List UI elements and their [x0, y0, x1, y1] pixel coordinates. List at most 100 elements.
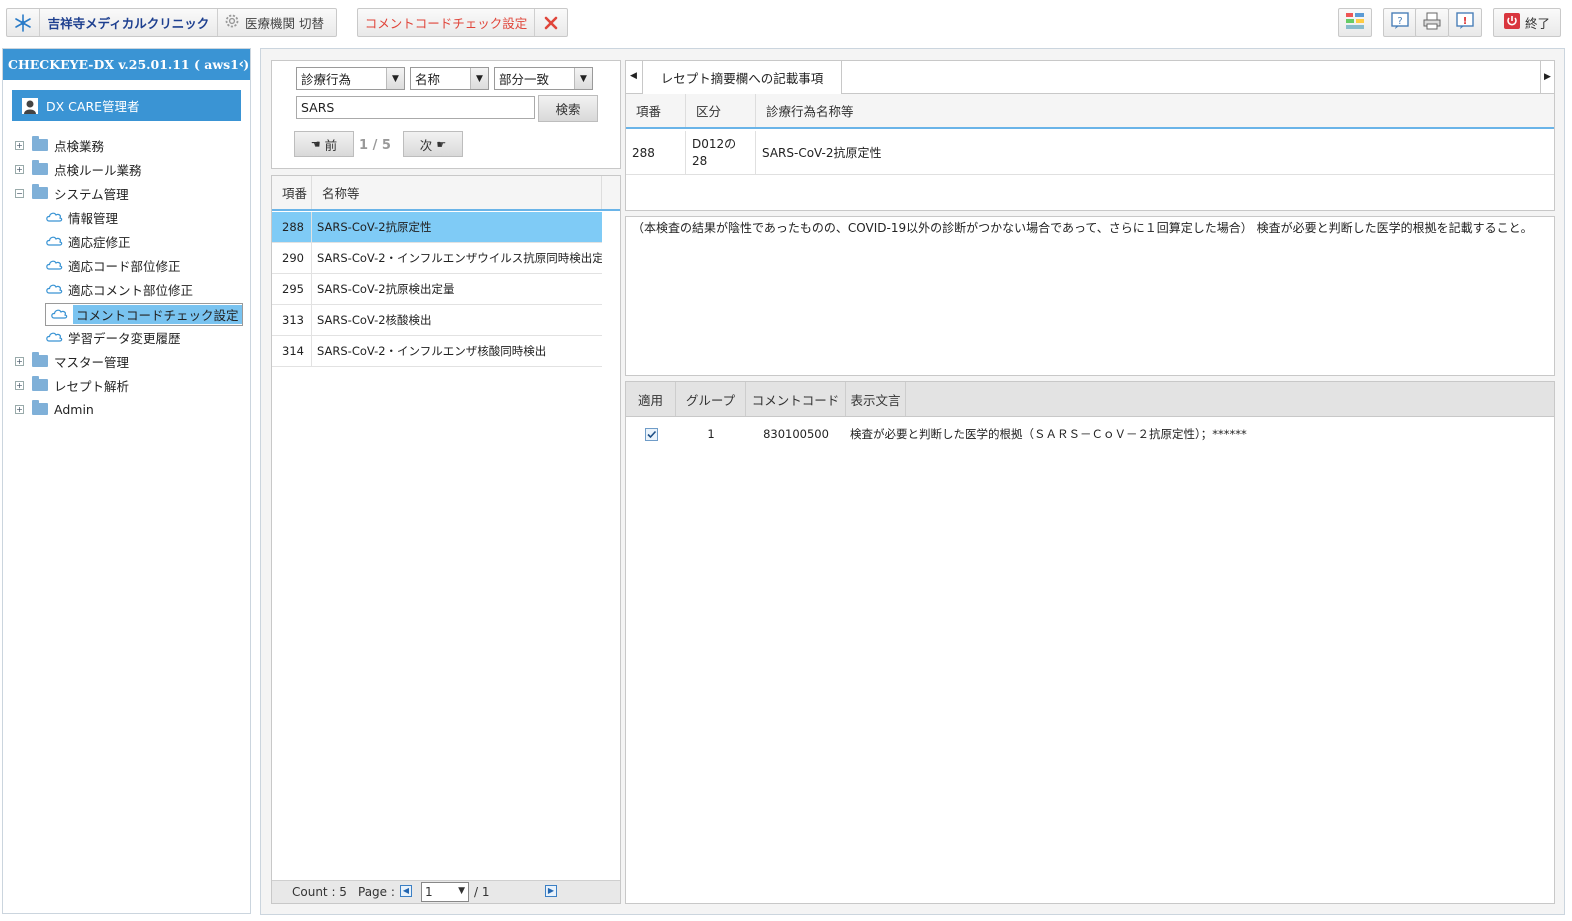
cloud-icon	[45, 234, 63, 249]
alert-button[interactable]: !	[1448, 8, 1482, 37]
current-function-tab[interactable]: コメントコードチェック設定	[357, 8, 568, 37]
collapse-icon[interactable]: −	[15, 188, 24, 198]
description-text: （本検査の結果が陰性であったものの、COVID-19以外の診断がつかない場合であ…	[625, 216, 1555, 376]
folder-icon	[32, 136, 48, 151]
app-title: CHECKEYE-DX v.25.01.11 ( aws1 )	[8, 57, 250, 72]
header-spacer	[906, 382, 1554, 416]
category-value: 診療行為	[301, 72, 352, 87]
prev-page-icon[interactable]: ◀	[400, 885, 412, 897]
col-apply-header[interactable]: 適用	[626, 382, 676, 416]
app-title-bar: CHECKEYE-DX v.25.01.11 ( aws1 ) ‹	[3, 49, 250, 80]
comment-row[interactable]: 1 830100500 検査が必要と判断した医学的根拠（ＳＡＲＳ－ＣｏＶ－２抗原…	[626, 418, 1554, 450]
sidebar-item-label: コメントコードチェック設定	[73, 305, 242, 324]
exit-button[interactable]: 終了	[1493, 8, 1561, 37]
list-row[interactable]: 314 SARS-CoV-2・インフルエンザ核酸同時検出	[272, 336, 602, 367]
sidebar-item[interactable]: + 点検業務	[15, 135, 104, 155]
sidebar-item-label: 適応コメント部位修正	[68, 282, 194, 298]
sidebar-item[interactable]: − システム管理	[15, 183, 129, 203]
sidebar-item[interactable]: コメントコードチェック設定	[45, 303, 243, 326]
tab-receipt-notes[interactable]: レセプト摘要欄への記載事項	[642, 61, 842, 94]
switch-institution-button[interactable]: 医療機関 切替	[218, 9, 336, 36]
chevron-down-icon: ▼	[386, 68, 404, 89]
cloud-icon	[45, 210, 63, 225]
expand-icon[interactable]: +	[15, 404, 24, 414]
list-row-no: 290	[272, 243, 312, 273]
next-button[interactable]: 次 ☛	[403, 131, 463, 157]
col-code-header[interactable]: コメントコード	[746, 382, 846, 416]
clinic-button[interactable]: 吉祥寺メディカルクリニック 医療機関 切替	[6, 8, 337, 37]
list-row[interactable]: 313 SARS-CoV-2核酸検出	[272, 305, 602, 336]
kubun-line1: D012の	[692, 136, 737, 151]
search-input[interactable]: SARS	[296, 96, 535, 119]
expand-icon[interactable]: +	[15, 356, 24, 366]
sidebar-item[interactable]: 適応コメント部位修正	[45, 279, 193, 299]
sidebar-item[interactable]: 情報管理	[45, 207, 118, 227]
list-row-name: SARS-CoV-2抗原検出定量	[317, 282, 455, 296]
field-value: 名称	[415, 72, 441, 87]
gear-icon	[224, 13, 240, 32]
cloud-icon	[50, 307, 68, 322]
current-function-label[interactable]: コメントコードチェック設定	[358, 9, 535, 36]
user-box[interactable]: DX CARE管理者	[12, 90, 241, 121]
col-name-header[interactable]: 診療行為名称等	[756, 94, 1554, 127]
expand-icon[interactable]: +	[15, 140, 24, 150]
sidebar-item[interactable]: + Admin	[15, 399, 94, 419]
clinic-name[interactable]: 吉祥寺メディカルクリニック	[40, 9, 218, 36]
col-text-header[interactable]: 表示文言	[846, 382, 906, 416]
field-select[interactable]: 名称 ▼	[410, 67, 489, 90]
result-list: 項番 名称等 288 SARS-CoV-2抗原定性 290 SARS-CoV-2・イン…	[271, 175, 621, 904]
collapse-sidebar-icon[interactable]: ‹	[239, 57, 244, 72]
col-no-header[interactable]: 項番	[272, 176, 312, 209]
search-button[interactable]: 検索	[538, 95, 598, 122]
folder-icon	[32, 376, 48, 391]
detail-name: SARS-CoV-2抗原定性	[762, 146, 882, 160]
chevron-down-icon: ▼	[470, 68, 488, 89]
print-button[interactable]	[1415, 8, 1449, 37]
sidebar-item[interactable]: + レセプト解析	[15, 375, 129, 395]
list-row-no: 295	[272, 274, 312, 304]
list-row-no: 314	[272, 336, 312, 366]
sidebar-item[interactable]: 適応コード部位修正	[45, 255, 181, 275]
col-name-header[interactable]: 名称等	[312, 176, 602, 209]
list-row-no: 288	[272, 212, 312, 242]
page-select[interactable]: 1 ▼	[421, 882, 469, 902]
tab-scroll-left-icon[interactable]: ◀	[630, 71, 637, 81]
match-value: 部分一致	[499, 72, 550, 87]
prev-button[interactable]: ☚ 前	[294, 131, 354, 157]
category-select[interactable]: 診療行為 ▼	[296, 67, 405, 90]
next-page-icon[interactable]: ▶	[545, 885, 557, 897]
col-no-header[interactable]: 項番	[626, 94, 686, 127]
alert-icon: !	[1456, 12, 1474, 33]
sidebar-item-label: 学習データ変更履歴	[68, 330, 181, 346]
chevron-down-icon: ▼	[458, 886, 465, 896]
help-button[interactable]: ?	[1383, 8, 1417, 37]
list-row[interactable]: 295 SARS-CoV-2抗原検出定量	[272, 274, 602, 305]
prev-label: 前	[324, 137, 338, 153]
chevron-down-icon: ▼	[574, 68, 592, 89]
code-cell: 830100500	[763, 427, 829, 441]
apply-checkbox[interactable]	[644, 427, 658, 441]
tab-scroll-right-icon[interactable]: ▶	[1540, 61, 1554, 93]
expand-icon[interactable]: +	[15, 164, 24, 174]
list-row-name: SARS-CoV-2・インフルエンザウイルス抗原同時検出定性	[317, 251, 602, 265]
sidebar-item-label: システム管理	[54, 186, 129, 202]
match-select[interactable]: 部分一致 ▼	[494, 67, 593, 90]
sidebar-item[interactable]: 学習データ変更履歴	[45, 327, 181, 347]
list-row-name: SARS-CoV-2・インフルエンザ核酸同時検出	[317, 344, 547, 358]
hand-right-icon: ☛	[436, 137, 447, 151]
text-cell: 検査が必要と判断した医学的根拠（ＳＡＲＳ－ＣｏＶ－２抗原定性）；******	[850, 427, 1247, 441]
dashboard-button[interactable]	[1338, 8, 1372, 37]
expand-icon[interactable]: +	[15, 380, 24, 390]
detail-kubun: D012の 28	[686, 131, 756, 174]
detail-row[interactable]: 288 D012の 28 SARS-CoV-2抗原定性	[626, 131, 1554, 175]
sidebar-item[interactable]: + 点検ルール業務	[15, 159, 142, 179]
col-kubun-header[interactable]: 区分	[686, 94, 756, 127]
list-row[interactable]: 288 SARS-CoV-2抗原定性	[272, 212, 602, 243]
user-name: DX CARE管理者	[46, 99, 140, 114]
close-icon[interactable]	[535, 9, 567, 36]
apply-cell	[626, 418, 676, 450]
sidebar-item[interactable]: + マスター管理	[15, 351, 129, 371]
sidebar-item[interactable]: 適応症修正	[45, 231, 131, 251]
col-group-header[interactable]: グループ	[676, 382, 746, 416]
list-row[interactable]: 290 SARS-CoV-2・インフルエンザウイルス抗原同時検出定性	[272, 243, 602, 274]
